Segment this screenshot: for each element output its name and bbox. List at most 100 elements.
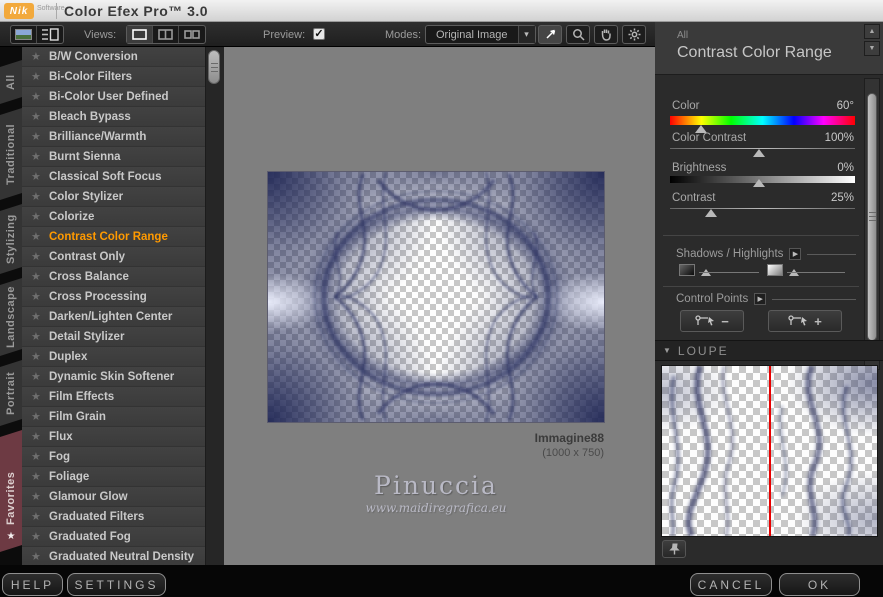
star-icon[interactable]: ★	[31, 210, 42, 223]
color-contrast-slider-marker[interactable]	[752, 149, 765, 157]
shadows-highlights-expand-icon[interactable]: ▶	[789, 248, 802, 260]
star-icon[interactable]: ★	[31, 330, 42, 343]
filter-list-item[interactable]: ★ Cross Balance	[22, 267, 205, 287]
filter-label: Color Stylizer	[49, 190, 124, 203]
star-icon[interactable]: ★	[31, 270, 42, 283]
color-value: 60°	[836, 100, 854, 112]
highlights-slider[interactable]	[787, 272, 845, 273]
filter-list-item[interactable]: ★ Bi-Color Filters	[22, 67, 205, 87]
filter-list-item[interactable]: ★ Cross Processing	[22, 287, 205, 307]
filter-list-item[interactable]: ★ Colorize	[22, 207, 205, 227]
control-point-minus-button[interactable]: −	[680, 310, 744, 332]
single-view-button[interactable]	[127, 26, 153, 43]
filter-list-item[interactable]: ★ Graduated Neutral Density	[22, 547, 205, 565]
tab-portrait[interactable]: Portrait	[0, 360, 22, 426]
brightness-slider-marker[interactable]	[752, 179, 765, 187]
filter-list-item[interactable]: ★ Brilliance/Warmth	[22, 127, 205, 147]
thumbnail-view-button[interactable]	[11, 26, 37, 43]
filter-list-item[interactable]: ★ Darken/Lighten Center	[22, 307, 205, 327]
ok-button[interactable]: OK	[779, 573, 860, 596]
star-icon[interactable]: ★	[31, 450, 42, 463]
preview-image[interactable]	[268, 172, 604, 422]
background-brightness-button[interactable]	[622, 25, 646, 44]
star-icon[interactable]: ★	[31, 230, 42, 243]
filter-list-item[interactable]: ★ Color Stylizer	[22, 187, 205, 207]
filter-list-item[interactable]: ★ Foliage	[22, 467, 205, 487]
filter-list-item[interactable]: ★ Bi-Color User Defined	[22, 87, 205, 107]
star-icon[interactable]: ★	[31, 290, 42, 303]
tab-landscape[interactable]: Landscape	[0, 278, 22, 356]
star-icon[interactable]: ★	[31, 70, 42, 83]
filter-list-item[interactable]: ★ Detail Stylizer	[22, 327, 205, 347]
settings-button[interactable]: SETTINGS	[67, 573, 166, 596]
help-button[interactable]: HELP	[2, 573, 63, 596]
star-icon[interactable]: ★	[31, 490, 42, 503]
cancel-button[interactable]: CANCEL	[690, 573, 772, 596]
star-icon[interactable]: ★	[31, 350, 42, 363]
control-point-plus-button[interactable]: +	[768, 310, 842, 332]
star-icon[interactable]: ★	[31, 390, 42, 403]
filter-list-item[interactable]: ★ Glamour Glow	[22, 487, 205, 507]
filter-list-item[interactable]: ★ Burnt Sienna	[22, 147, 205, 167]
star-icon[interactable]: ★	[31, 150, 42, 163]
filter-list-item[interactable]: ★ Film Effects	[22, 387, 205, 407]
image-size: (1000 x 750)	[542, 447, 604, 459]
filter-list-item[interactable]: ★ Duplex	[22, 347, 205, 367]
preview-checkbox[interactable]: ✓	[313, 28, 325, 40]
shadows-slider[interactable]	[699, 272, 759, 273]
filter-list-item[interactable]: ★ Graduated Filters	[22, 507, 205, 527]
loupe-view[interactable]	[662, 366, 877, 536]
control-points-expand-icon[interactable]: ▶	[754, 293, 767, 305]
split-view-button[interactable]	[153, 26, 179, 43]
brightness-value: 0%	[837, 162, 854, 174]
color-contrast-slider-row: Color Contrast 100%	[672, 132, 854, 144]
select-tool-button[interactable]	[538, 25, 562, 44]
star-icon[interactable]: ★	[31, 510, 42, 523]
contrast-slider-marker[interactable]	[704, 209, 717, 217]
star-icon[interactable]: ★	[31, 470, 42, 483]
star-icon[interactable]: ★	[31, 130, 42, 143]
star-icon[interactable]: ★	[31, 50, 42, 63]
loupe-pin-button[interactable]	[662, 540, 686, 558]
views-group	[126, 25, 206, 44]
filter-list-item[interactable]: ★ Film Grain	[22, 407, 205, 427]
star-icon[interactable]: ★	[31, 530, 42, 543]
star-icon[interactable]: ★	[31, 550, 42, 563]
tab-stylizing[interactable]: Stylizing	[0, 204, 22, 274]
filter-list-item[interactable]: ★ Contrast Color Range	[22, 227, 205, 247]
star-icon[interactable]: ★	[31, 190, 42, 203]
zoom-tool-button[interactable]	[566, 25, 590, 44]
panel-scroll-up[interactable]: ▲	[864, 24, 880, 39]
star-icon[interactable]: ★	[31, 250, 42, 263]
tab-all[interactable]: All	[0, 60, 22, 104]
loupe-header[interactable]: ▼ LOUPE	[655, 340, 883, 361]
side-by-side-view-button[interactable]	[179, 26, 205, 43]
filter-list-item[interactable]: ★ Fog	[22, 447, 205, 467]
star-icon[interactable]: ★	[31, 110, 42, 123]
star-icon[interactable]: ★	[31, 170, 42, 183]
filter-list-scroll-thumb[interactable]	[208, 50, 220, 84]
filter-list-item[interactable]: ★ Graduated Fog	[22, 527, 205, 547]
star-icon[interactable]: ★	[31, 430, 42, 443]
filter-list-item[interactable]: ★ Dynamic Skin Softener	[22, 367, 205, 387]
filter-list-scrollbar[interactable]	[205, 47, 222, 565]
filter-label: Bi-Color User Defined	[49, 90, 169, 103]
star-icon[interactable]: ★	[31, 410, 42, 423]
filter-list-item[interactable]: ★ Contrast Only	[22, 247, 205, 267]
star-icon[interactable]: ★	[31, 90, 42, 103]
filter-list-item[interactable]: ★ Flux	[22, 427, 205, 447]
panel-scrollbar[interactable]	[864, 78, 880, 370]
modes-dropdown[interactable]: Original Image ▾	[425, 25, 536, 44]
panel-scroll-down[interactable]: ▼	[864, 41, 880, 56]
star-icon[interactable]: ★	[31, 310, 42, 323]
tab-favorites[interactable]: Favorites ★	[0, 430, 22, 552]
filter-list-item[interactable]: ★ Classical Soft Focus	[22, 167, 205, 187]
tab-traditional[interactable]: Traditional	[0, 108, 22, 200]
list-view-button[interactable]	[37, 26, 63, 43]
filter-list-item[interactable]: ★ B/W Conversion	[22, 47, 205, 67]
color-slider[interactable]	[670, 116, 855, 125]
pan-tool-button[interactable]	[594, 25, 618, 44]
filter-list-item[interactable]: ★ Bleach Bypass	[22, 107, 205, 127]
star-icon[interactable]: ★	[31, 370, 42, 383]
panel-scroll-thumb[interactable]	[867, 93, 877, 341]
